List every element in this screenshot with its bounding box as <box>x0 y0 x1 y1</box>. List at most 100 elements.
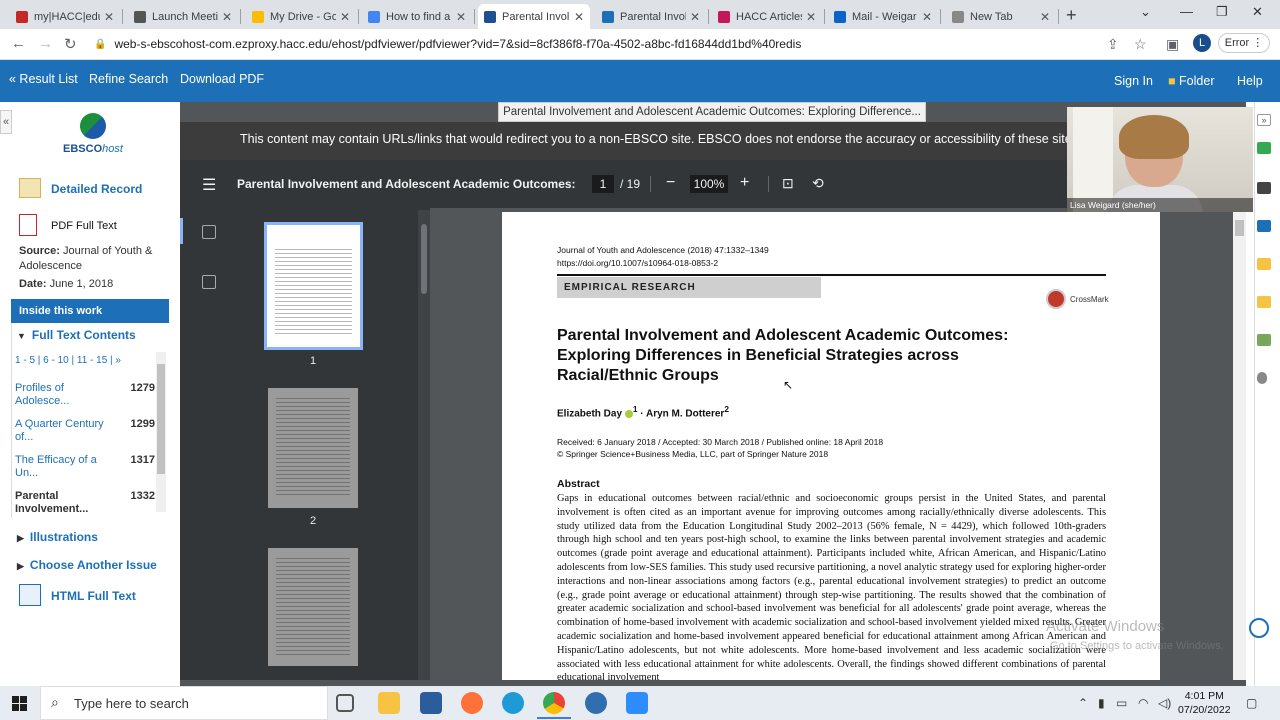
minimize-button[interactable]: — <box>1180 4 1193 19</box>
browser-tab[interactable]: my|HACC|edu ✕ <box>10 4 120 29</box>
zoom-in-icon[interactable]: + <box>740 174 749 192</box>
browser-tab[interactable]: HACC Articles ✕ <box>712 4 822 29</box>
tray-chevron-icon[interactable]: ⌃ <box>1078 696 1088 710</box>
browser-tab[interactable]: How to find a ✕ <box>362 4 472 29</box>
page-thumbnail-2[interactable] <box>268 388 358 508</box>
bookmark-star-icon[interactable]: ☆ <box>1134 36 1147 53</box>
thumbnail-scroll-thumb[interactable] <box>421 224 427 294</box>
new-tab-button[interactable]: + <box>1066 5 1077 26</box>
reload-icon[interactable]: ↻ <box>64 35 77 53</box>
page-thumbnail-1[interactable] <box>264 222 363 350</box>
chrome-icon[interactable] <box>543 692 565 714</box>
permalink-icon[interactable] <box>1257 372 1267 384</box>
download-pdf-link[interactable]: Download PDF <box>180 72 264 86</box>
page-number-input[interactable]: 1 <box>592 175 614 193</box>
tab-close-icon[interactable]: ✕ <box>104 10 114 24</box>
email-icon[interactable] <box>1257 220 1271 232</box>
toc-scroll-thumb[interactable] <box>157 364 165 474</box>
full-text-contents-toggle[interactable]: ▼ Full Text Contents <box>17 328 136 342</box>
tab-close-icon[interactable]: ✕ <box>222 10 232 24</box>
maximize-button[interactable]: ❐ <box>1216 4 1228 20</box>
logo-text: EBSCO <box>63 143 103 155</box>
expand-right-panel-icon[interactable]: » <box>1257 114 1271 126</box>
browser-tab[interactable]: Parental Invol ✕ <box>478 4 590 29</box>
browser-tab[interactable]: Launch Meeti ✕ <box>128 4 238 29</box>
fit-to-page-icon[interactable]: ⊡ <box>782 175 794 192</box>
firefox-icon[interactable] <box>461 692 483 714</box>
illustrations-toggle[interactable]: ▶ Illustrations <box>17 530 98 544</box>
task-view-icon[interactable] <box>336 694 354 712</box>
rotate-icon[interactable]: ⟲ <box>812 175 824 192</box>
browser-tab[interactable]: Parental Invol ✕ <box>596 4 706 29</box>
zoom-out-icon[interactable]: − <box>666 174 675 192</box>
tab-close-icon[interactable]: ✕ <box>574 10 584 24</box>
doi-link[interactable]: https://doi.org/10.1007/s10964-018-0853-… <box>557 257 769 270</box>
forward-icon[interactable]: → <box>38 35 53 52</box>
zoom-level-input[interactable]: 100% <box>690 175 728 193</box>
back-icon[interactable]: ← <box>11 35 26 52</box>
volume-icon[interactable]: ◁) <box>1158 696 1171 710</box>
refine-search-link[interactable]: Refine Search <box>89 72 168 86</box>
start-windows-icon[interactable] <box>12 696 27 711</box>
help-link[interactable]: Help <box>1237 74 1263 88</box>
toc-scrollbar[interactable] <box>156 352 166 512</box>
close-window-button[interactable]: ✕ <box>1252 4 1263 20</box>
tab-close-icon[interactable]: ✕ <box>806 10 816 24</box>
app-icon[interactable] <box>585 692 607 714</box>
drive-icon[interactable] <box>1257 142 1271 154</box>
zoom-app-icon[interactable] <box>626 692 648 714</box>
tab-close-icon[interactable]: ✕ <box>922 10 932 24</box>
thumbnails-icon[interactable] <box>202 225 216 239</box>
profile-avatar[interactable]: L <box>1193 34 1211 52</box>
html-full-text-link[interactable]: HTML Full Text <box>51 589 136 603</box>
page-scroll-thumb[interactable] <box>1235 220 1244 236</box>
page-thumbnail-3[interactable] <box>268 548 358 666</box>
edge-icon[interactable] <box>502 692 524 714</box>
browser-tab[interactable]: Mail - Weigar ✕ <box>828 4 938 29</box>
folder-link[interactable]: ■ Folder <box>1168 74 1214 88</box>
microphone-icon[interactable]: ▮ <box>1098 696 1105 710</box>
store-icon[interactable] <box>420 692 442 714</box>
result-list-link[interactable]: « Result List <box>9 72 78 86</box>
wifi-icon[interactable]: ◠ <box>1138 696 1148 710</box>
notifications-icon[interactable]: ▢ <box>1246 696 1257 710</box>
export-icon[interactable] <box>1257 334 1271 346</box>
file-explorer-icon[interactable] <box>378 692 400 714</box>
toc-item[interactable]: The Efficacy of a Un... 1317 <box>15 454 155 480</box>
detailed-record-link[interactable]: Detailed Record <box>51 182 142 196</box>
side-panel-icon[interactable]: ▣ <box>1166 36 1179 53</box>
crossmark-badge[interactable]: CrossMark <box>1046 289 1109 309</box>
orcid-icon[interactable] <box>624 409 633 418</box>
ebsco-logo[interactable]: EBSCOhost <box>58 113 128 163</box>
tab-close-icon[interactable]: ✕ <box>456 10 466 24</box>
toolbar-divider <box>650 176 651 192</box>
browser-tab[interactable]: My Drive - Go ✕ <box>246 4 356 29</box>
system-clock[interactable]: 4:01 PM 07/20/2022 <box>1178 689 1231 717</box>
outline-icon[interactable] <box>202 275 216 289</box>
toc-item[interactable]: Parental Involvement... 1332 <box>15 490 155 516</box>
toc-item[interactable]: A Quarter Century of... 1299 <box>15 418 155 444</box>
page-scrollbar[interactable] <box>1233 212 1246 680</box>
save-to-folder-icon[interactable] <box>1257 258 1271 270</box>
taskbar-search[interactable]: ⌕ Type here to search <box>40 686 328 720</box>
toc-range-tabs[interactable]: 1 - 5 | 6 - 10 | 11 - 15 | » <box>15 355 121 366</box>
network-icon[interactable]: ▭ <box>1116 696 1127 710</box>
menu-icon[interactable]: ☰ <box>202 175 216 195</box>
pdf-full-text-label[interactable]: PDF Full Text <box>51 220 117 232</box>
collapse-left-panel-icon[interactable]: « <box>0 110 12 134</box>
address-bar[interactable]: 🔒 web-s-ebscohost-com.ezproxy.hacc.edu/e… <box>94 33 1094 55</box>
print-icon[interactable] <box>1257 182 1271 194</box>
browser-tab[interactable]: New Tab ✕ <box>946 4 1056 29</box>
tab-close-icon[interactable]: ✕ <box>690 10 700 24</box>
cite-icon[interactable] <box>1257 296 1271 308</box>
chat-help-icon[interactable] <box>1249 618 1269 638</box>
share-icon[interactable]: ⇪ <box>1107 36 1119 53</box>
error-button[interactable]: Error ⋮ <box>1218 33 1270 53</box>
tab-search-icon[interactable]: ⌄ <box>1140 4 1151 20</box>
thumbnail-scrollbar[interactable] <box>418 210 430 680</box>
toc-item[interactable]: Profiles of Adolesce... 1279 <box>15 382 155 408</box>
tab-close-icon[interactable]: ✕ <box>340 10 350 24</box>
tab-close-icon[interactable]: ✕ <box>1040 10 1050 24</box>
choose-another-issue-toggle[interactable]: ▶ Choose Another Issue <box>17 558 157 572</box>
sign-in-link[interactable]: Sign In <box>1114 74 1153 88</box>
